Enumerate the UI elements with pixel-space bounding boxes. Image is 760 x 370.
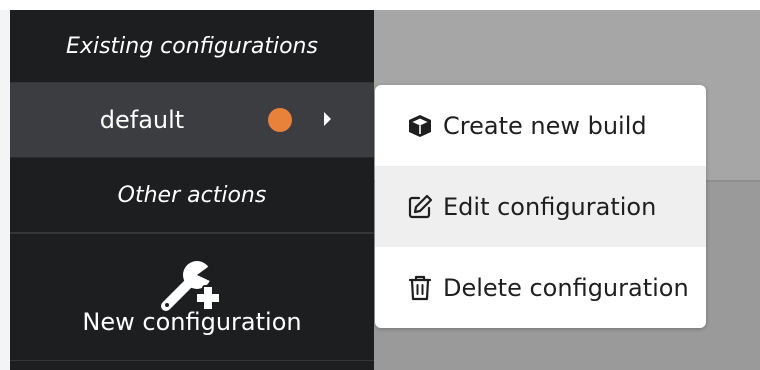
other-actions-header: Other actions [10, 158, 374, 233]
caret-right-icon[interactable] [324, 112, 331, 126]
left-edge-strip [0, 10, 10, 370]
existing-configurations-header: Existing configurations [10, 10, 374, 83]
configuration-item-default[interactable]: default [10, 83, 374, 158]
delete-configuration-label: Delete configuration [443, 273, 689, 302]
configurations-sidebar: Existing configurations default Other ac… [10, 10, 374, 370]
wrench-plus-icon [161, 261, 221, 311]
configuration-context-menu: Create new build Edit configuration Dele… [375, 85, 706, 328]
other-actions-title: Other actions [117, 182, 267, 208]
new-configuration-label: New configuration [82, 308, 302, 336]
cube-icon [406, 112, 434, 140]
configuration-label: default [99, 106, 185, 134]
edit-configuration-label: Edit configuration [443, 192, 657, 221]
menu-item-delete-configuration[interactable]: Delete configuration [375, 247, 706, 328]
existing-configurations-title: Existing configurations [66, 33, 318, 59]
trash-icon [406, 274, 434, 302]
new-configuration-button[interactable]: New configuration [10, 233, 374, 361]
page: Existing configurations default Other ac… [0, 0, 760, 370]
status-dot-icon [268, 108, 292, 132]
create-new-build-label: Create new build [443, 111, 647, 140]
edit-icon [406, 193, 434, 221]
menu-item-edit-configuration[interactable]: Edit configuration [375, 166, 706, 247]
menu-item-create-new-build[interactable]: Create new build [375, 85, 706, 166]
